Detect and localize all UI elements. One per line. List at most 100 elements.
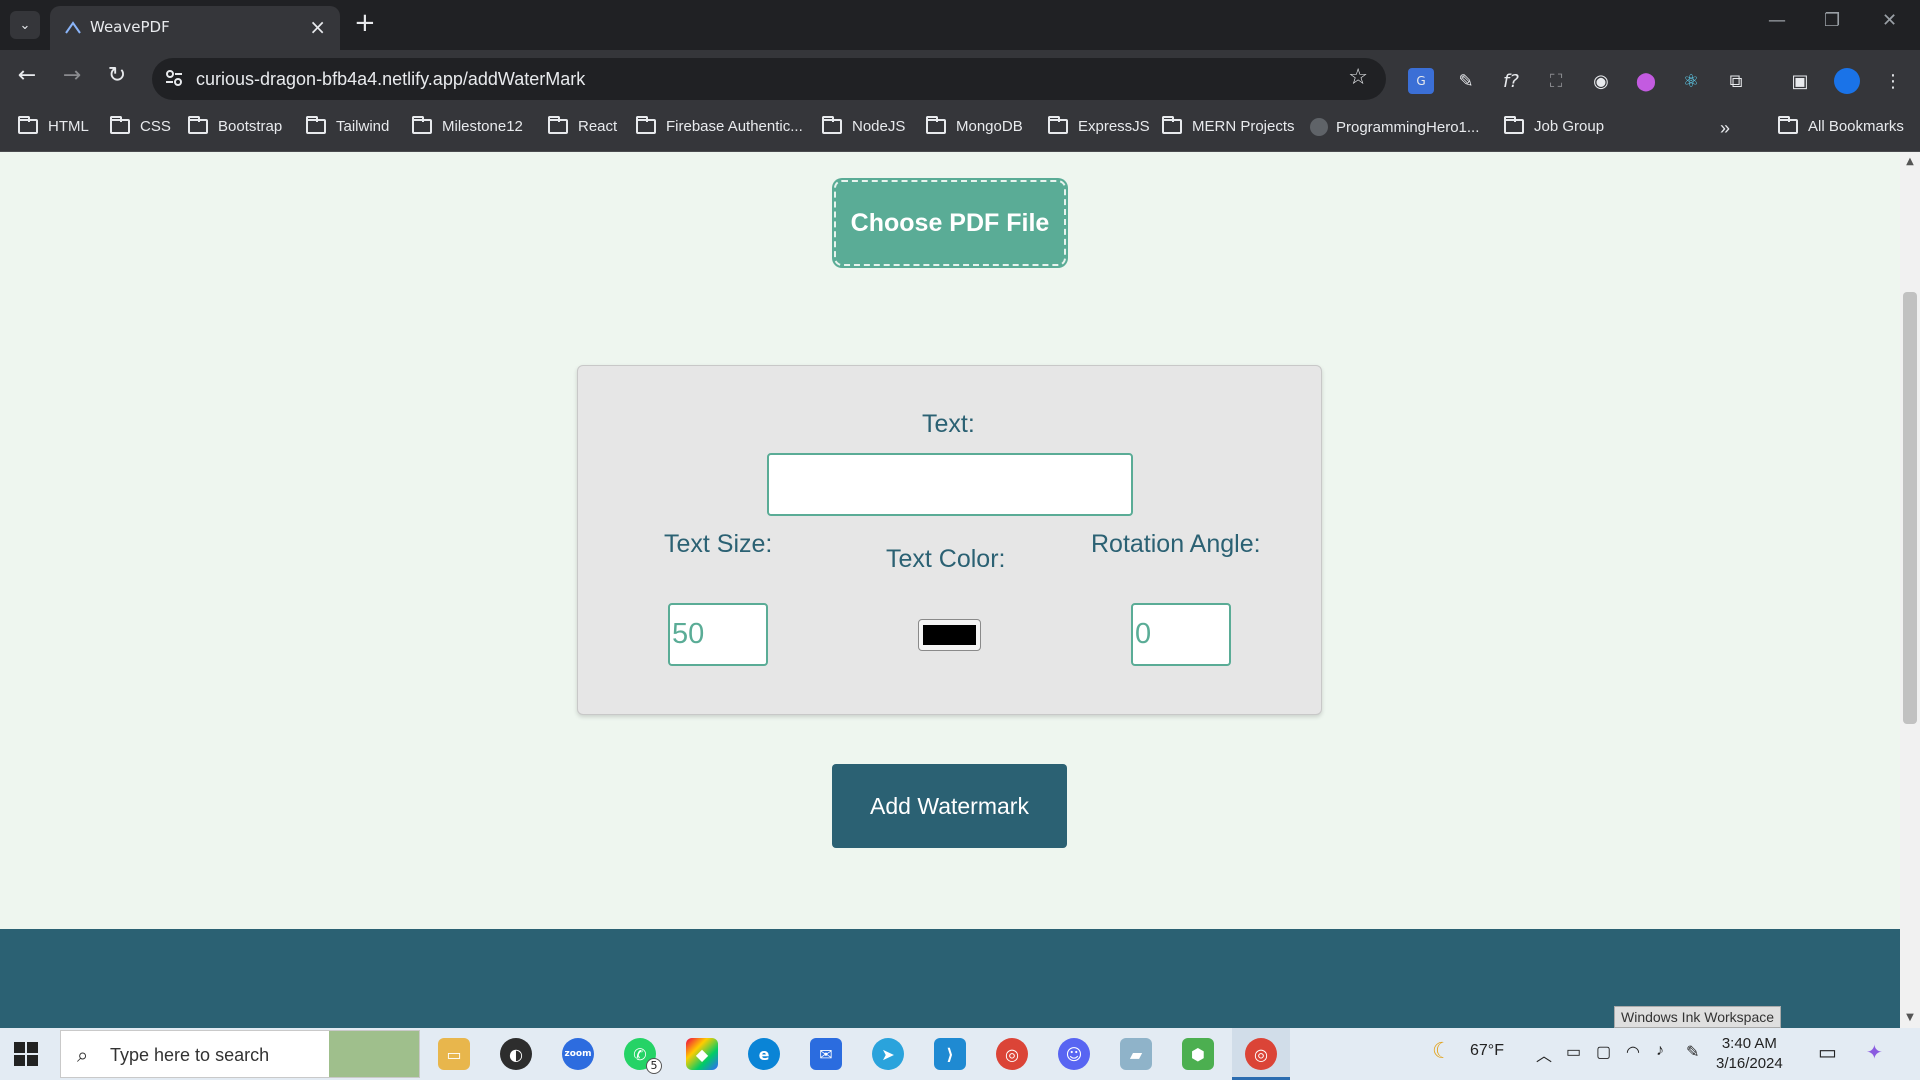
battery-icon[interactable]: ▭ (1566, 1042, 1581, 1062)
scrollbar-thumb[interactable] (1903, 292, 1917, 724)
more-bookmarks-button[interactable]: » (1720, 118, 1730, 139)
site-info-icon[interactable] (164, 68, 184, 88)
weather-temperature[interactable]: 67°F (1470, 1042, 1504, 1060)
bookmark-item[interactable]: Bootstrap (188, 116, 282, 135)
screenshot-extension-icon[interactable]: ⛶ (1543, 68, 1569, 94)
copilot-icon[interactable]: ✦ (1866, 1040, 1883, 1065)
chrome-profile-icon[interactable]: ◎ (1245, 1038, 1277, 1070)
weavepdf-favicon-icon (65, 21, 81, 34)
bookmark-item[interactable]: MERN Projects (1162, 116, 1295, 135)
side-panel-icon[interactable]: ▣ (1787, 68, 1813, 94)
folder-icon (188, 116, 208, 134)
page-content: Choose PDF File Text: Text Size: 50 Text… (0, 152, 1900, 1028)
translate-extension-icon[interactable]: G (1408, 68, 1434, 94)
rotation-angle-input[interactable]: 0 (1131, 603, 1231, 666)
all-bookmarks-button[interactable]: All Bookmarks (1778, 116, 1904, 135)
obs-studio-icon[interactable]: ◐ (500, 1038, 532, 1070)
vscode-icon[interactable]: ⟩ (934, 1038, 966, 1070)
edge-icon[interactable]: e (748, 1038, 780, 1070)
nodejs-icon[interactable]: ⬢ (1182, 1038, 1214, 1070)
watermark-settings-panel: Text: Text Size: 50 Text Color: Rotation… (577, 365, 1322, 715)
text-label: Text: (922, 410, 975, 438)
chrome-icon[interactable]: ◎ (996, 1038, 1028, 1070)
menu-kebab-icon[interactable]: ⋮ (1880, 68, 1906, 94)
whatsapp-badge: 5 (646, 1058, 662, 1074)
folder-icon (18, 116, 38, 134)
folder-icon (1778, 116, 1798, 134)
scroll-up-icon[interactable]: ▲ (1903, 156, 1917, 167)
watermark-text-input[interactable] (767, 453, 1133, 516)
bookmark-item[interactable]: Milestone12 (412, 116, 523, 135)
windows-taskbar: ⌕ Type here to search ▭ ◐ zoom ✆ 5 ◆ e ✉… (0, 1028, 1920, 1080)
choose-pdf-button[interactable]: Choose PDF File (834, 180, 1066, 266)
font-extension-icon[interactable]: f? (1498, 68, 1524, 94)
bookmark-item[interactable]: NodeJS (822, 116, 905, 135)
folder-icon (548, 116, 568, 134)
tab-strip: ⌄ WeavePDF × + — ❐ ✕ (0, 0, 1920, 50)
windows-start-icon[interactable] (14, 1042, 38, 1066)
camera-extension-icon[interactable]: ◉ (1588, 68, 1614, 94)
show-hidden-icons-icon[interactable]: ︿ (1536, 1042, 1552, 1066)
rotation-angle-label: Rotation Angle: (1091, 530, 1261, 558)
tab-weavepdf[interactable]: WeavePDF × (50, 6, 340, 50)
bookmark-item[interactable]: Firebase Authentic... (636, 116, 803, 135)
bookmark-item[interactable]: HTML (18, 116, 89, 135)
bookmark-item[interactable]: Tailwind (306, 116, 389, 135)
github-icon (1310, 118, 1328, 136)
mail-icon[interactable]: ✉ (810, 1038, 842, 1070)
notification-icon[interactable]: ▭ (1818, 1040, 1837, 1065)
reload-icon[interactable]: ↻ (102, 63, 132, 88)
discord-icon[interactable]: ☺ (1058, 1038, 1090, 1070)
bookmark-star-icon[interactable]: ☆ (1348, 65, 1368, 90)
pen-icon[interactable]: ✎ (1686, 1042, 1699, 1062)
app-icon[interactable]: ▰ (1120, 1038, 1152, 1070)
color-swatch-fill (923, 625, 976, 645)
restore-icon[interactable]: ❐ (1824, 10, 1840, 31)
file-explorer-icon[interactable]: ▭ (438, 1038, 470, 1070)
scroll-down-icon[interactable]: ▼ (1903, 1012, 1917, 1023)
bookmark-item[interactable]: ProgrammingHero1... (1310, 118, 1479, 136)
bookmark-item[interactable]: MongoDB (926, 116, 1023, 135)
react-devtools-icon[interactable]: ⚛ (1678, 68, 1704, 94)
bookmark-item[interactable]: ExpressJS (1048, 116, 1150, 135)
folder-icon (1504, 116, 1524, 134)
sticky-app-icon[interactable]: ◆ (686, 1038, 718, 1070)
minimize-icon[interactable]: — (1768, 10, 1786, 31)
vpn-extension-icon[interactable]: ⬤ (1633, 68, 1659, 94)
bookmark-item[interactable]: Job Group (1504, 116, 1604, 135)
search-placeholder: Type here to search (110, 1045, 270, 1065)
forward-icon[interactable]: → (57, 63, 87, 88)
tab-search-button[interactable]: ⌄ (10, 11, 40, 39)
close-tab-icon[interactable]: × (309, 15, 326, 39)
profile-avatar[interactable] (1834, 68, 1860, 94)
windows-ink-tooltip: Windows Ink Workspace (1614, 1006, 1782, 1028)
folder-icon (412, 116, 432, 134)
text-size-input[interactable]: 50 (668, 603, 768, 666)
search-icon: ⌕ (77, 1043, 89, 1067)
weather-moon-icon[interactable]: ☾ (1432, 1038, 1452, 1064)
volume-icon[interactable]: ♪ (1656, 1042, 1664, 1060)
bookmark-item[interactable]: React (548, 116, 617, 135)
back-icon[interactable]: ← (12, 63, 42, 88)
system-clock[interactable]: 3:40 AM 3/16/2024 (1716, 1034, 1783, 1074)
telegram-icon[interactable]: ➤ (872, 1038, 904, 1070)
bookmarks-bar: HTML CSS Bootstrap Tailwind Milestone12 … (0, 108, 1920, 152)
add-watermark-button[interactable]: Add Watermark (832, 764, 1067, 848)
new-tab-icon[interactable]: + (354, 8, 376, 38)
taskbar-search-box[interactable]: ⌕ Type here to search (60, 1030, 420, 1078)
search-highlight-image (329, 1031, 419, 1077)
address-bar[interactable]: curious-dragon-bfb4a4.netlify.app/addWat… (152, 58, 1386, 100)
meet-now-icon[interactable]: ▢ (1596, 1042, 1611, 1062)
folder-icon (1162, 116, 1182, 134)
close-window-icon[interactable]: ✕ (1882, 10, 1897, 31)
color-picker-extension-icon[interactable]: ✎ (1453, 68, 1479, 94)
url-text: curious-dragon-bfb4a4.netlify.app/addWat… (196, 69, 586, 89)
extensions-puzzle-icon[interactable]: ⧉ (1723, 68, 1749, 94)
wifi-icon[interactable]: ◠ (1626, 1042, 1640, 1062)
zoom-icon[interactable]: zoom (562, 1038, 594, 1070)
text-size-label: Text Size: (664, 530, 773, 558)
folder-icon (636, 116, 656, 134)
text-color-label: Text Color: (886, 545, 1006, 573)
text-color-picker[interactable] (918, 619, 981, 651)
bookmark-item[interactable]: CSS (110, 116, 171, 135)
